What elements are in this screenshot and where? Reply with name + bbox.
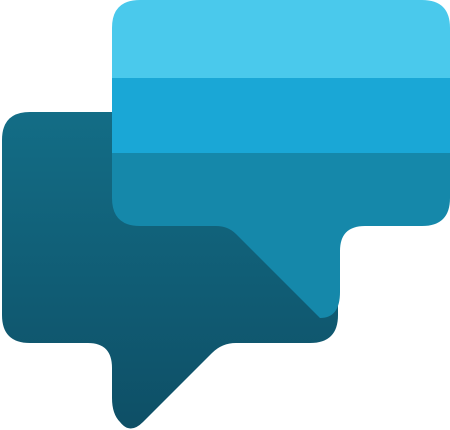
logo-canvas bbox=[0, 0, 450, 430]
two-chat-bubbles-icon bbox=[2, 0, 450, 429]
front-bubble-band-middle bbox=[112, 78, 450, 153]
front-bubble-band-top bbox=[112, 0, 450, 78]
